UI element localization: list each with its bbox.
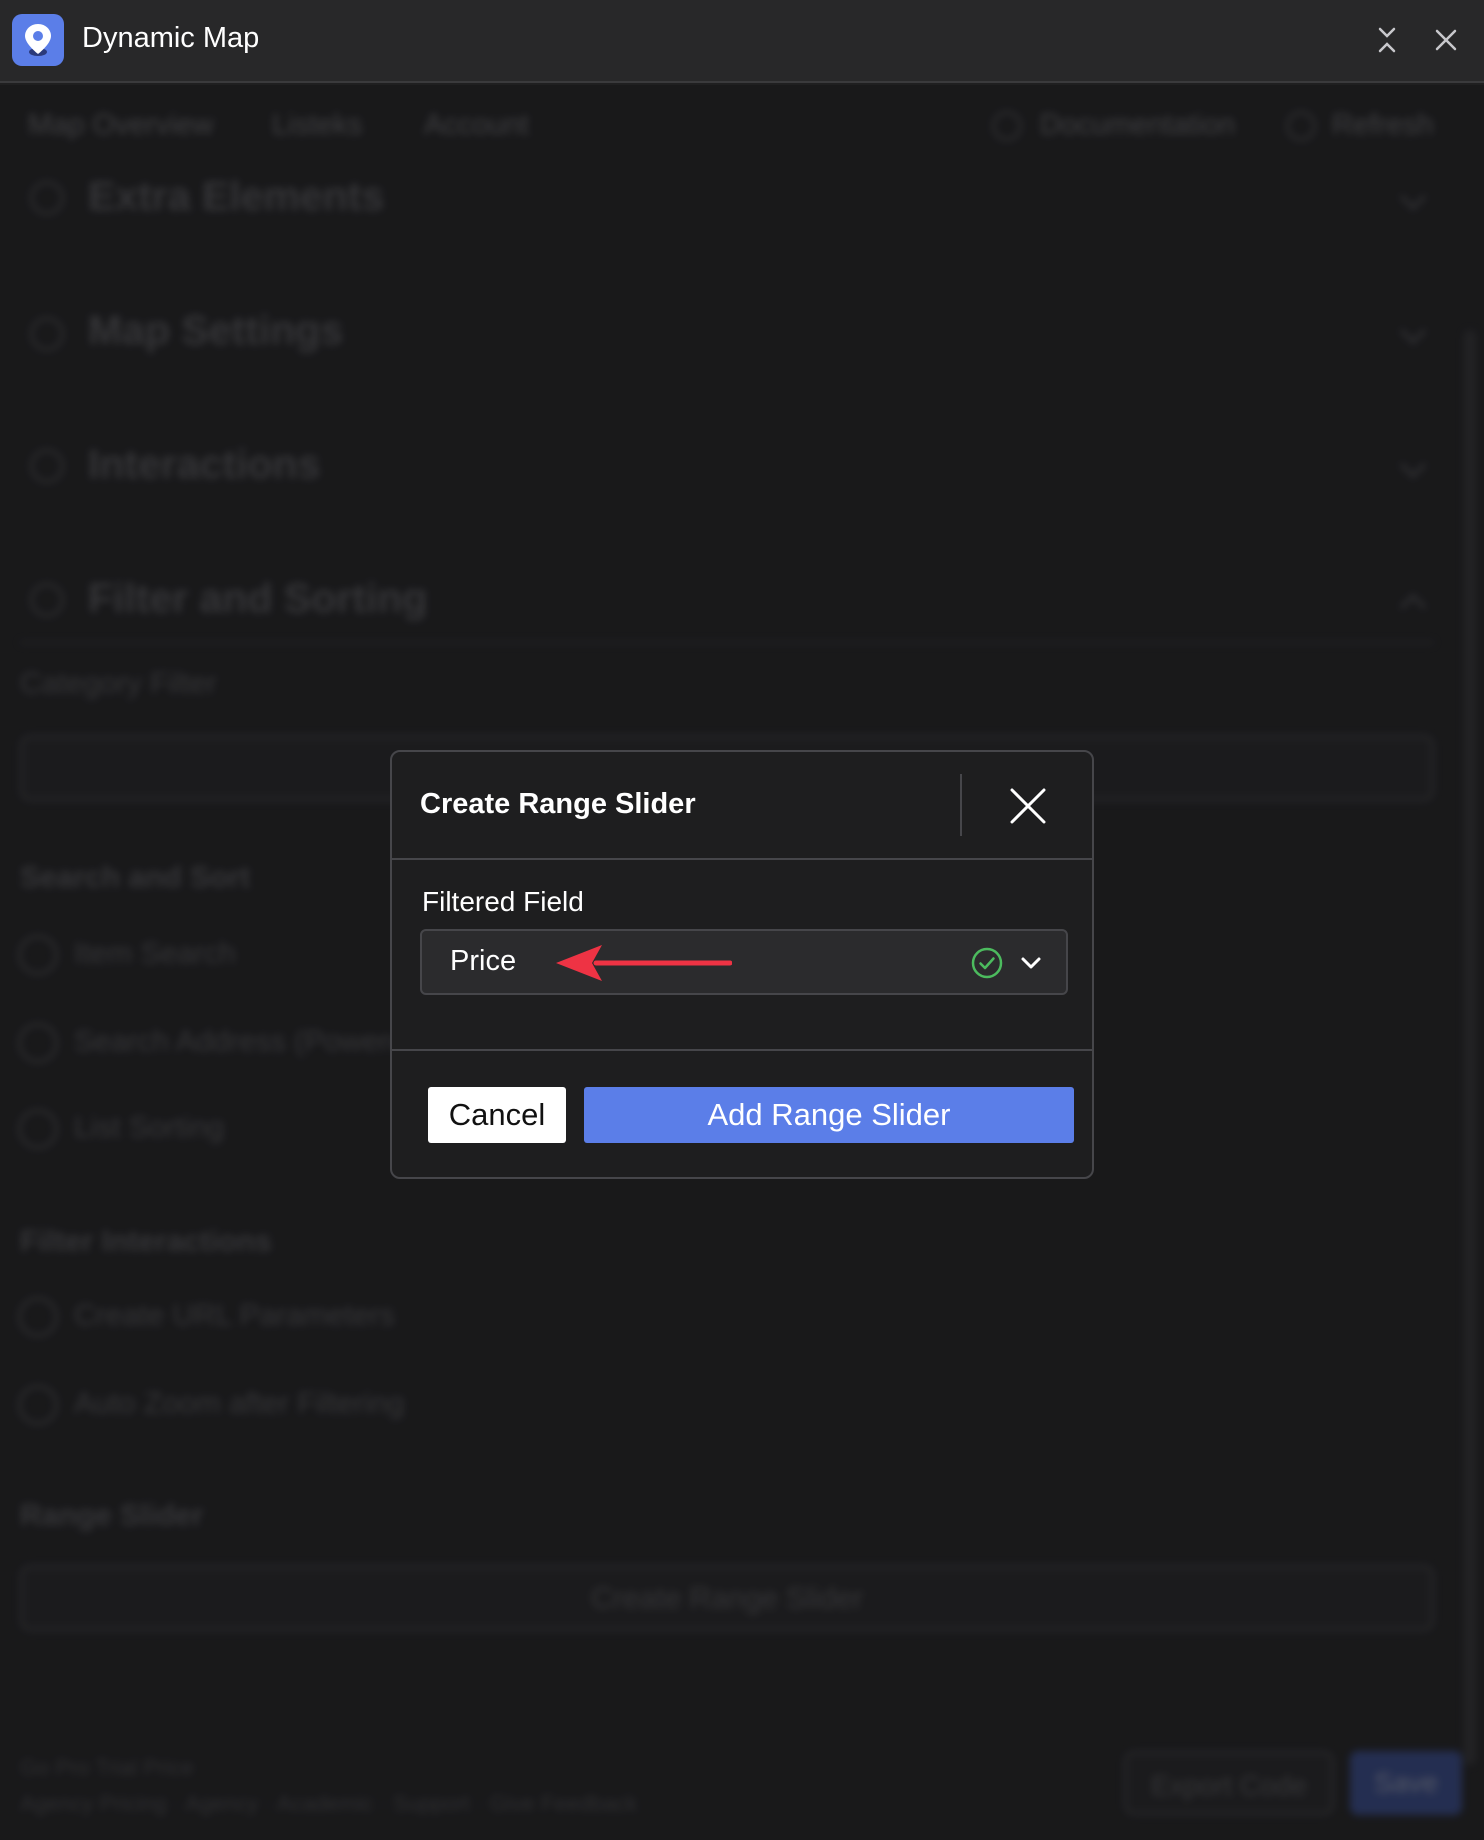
cancel-button[interactable]: Cancel bbox=[428, 1087, 566, 1143]
close-window-icon[interactable] bbox=[1428, 22, 1464, 58]
chevron-down-icon[interactable] bbox=[1018, 951, 1044, 975]
dialog-header: Create Range Slider bbox=[392, 752, 1092, 860]
dialog-title: Create Range Slider bbox=[420, 788, 696, 820]
title-bar: Dynamic Map bbox=[0, 0, 1484, 83]
filtered-field-select[interactable]: Price bbox=[420, 929, 1068, 995]
header-separator bbox=[960, 774, 962, 836]
filtered-field-label: Filtered Field bbox=[422, 886, 584, 917]
selected-field-value: Price bbox=[450, 945, 517, 977]
close-icon[interactable] bbox=[1004, 782, 1052, 830]
app-title: Dynamic Map bbox=[82, 22, 260, 54]
add-range-slider-button[interactable]: Add Range Slider bbox=[584, 1087, 1074, 1143]
dialog-footer-divider bbox=[392, 1049, 1092, 1051]
check-circle-icon bbox=[971, 947, 1003, 979]
red-arrow-annotation bbox=[556, 945, 732, 981]
map-pin-icon bbox=[12, 14, 64, 66]
collapse-icon[interactable] bbox=[1369, 22, 1405, 58]
create-range-slider-dialog: Create Range Slider Filtered Field Price… bbox=[390, 750, 1094, 1179]
